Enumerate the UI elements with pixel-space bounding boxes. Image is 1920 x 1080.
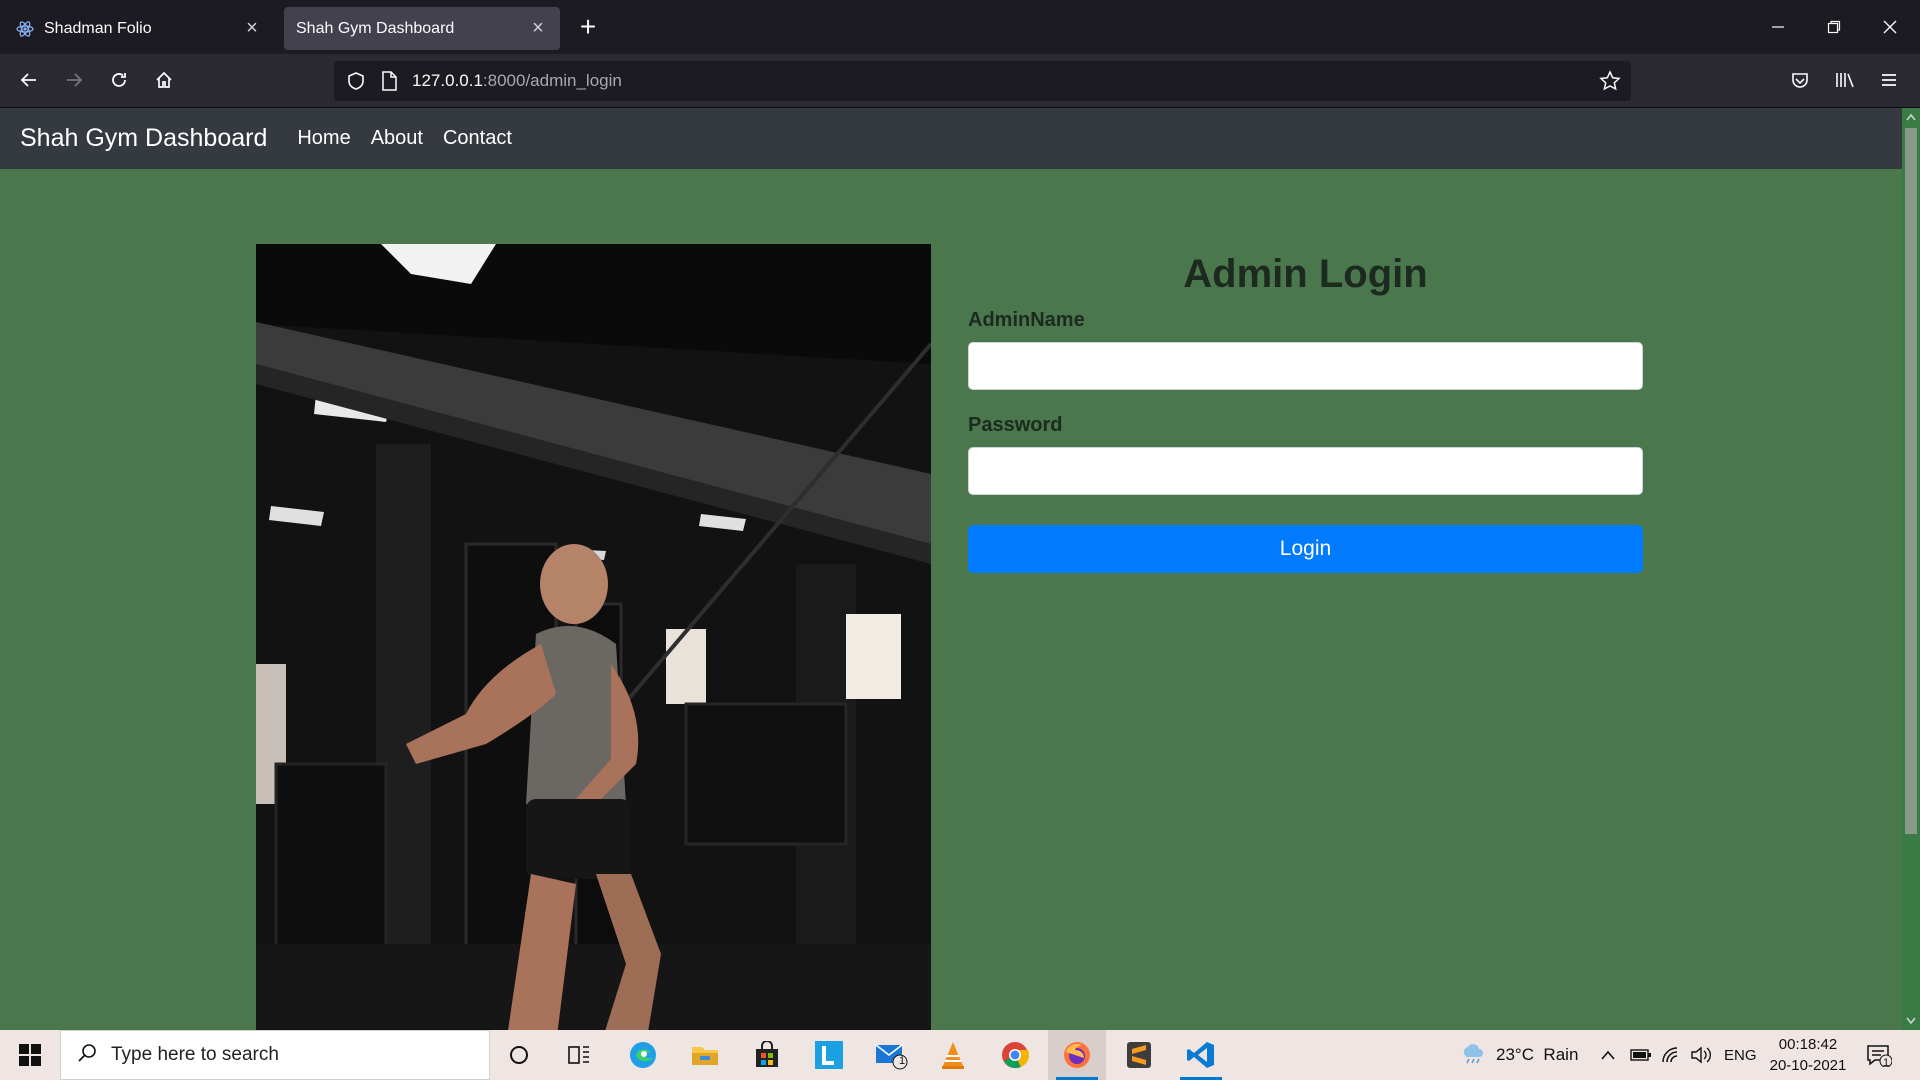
shield-icon[interactable] bbox=[346, 71, 366, 96]
show-hidden-icons-icon[interactable] bbox=[1600, 1030, 1616, 1080]
admin-name-input[interactable] bbox=[968, 342, 1643, 390]
login-button[interactable]: Login bbox=[968, 525, 1643, 573]
tab-shah-gym-dashboard[interactable]: Shah Gym Dashboard × bbox=[284, 7, 560, 50]
taskbar-search-box[interactable]: Type here to search bbox=[60, 1030, 490, 1080]
menu-icon[interactable] bbox=[1873, 64, 1905, 96]
tab-label: Shah Gym Dashboard bbox=[296, 19, 455, 37]
bookmark-star-icon[interactable] bbox=[1599, 70, 1621, 97]
cortana-icon[interactable] bbox=[490, 1030, 548, 1080]
nav-contact-link[interactable]: Contact bbox=[443, 127, 512, 150]
firefox-icon[interactable] bbox=[1048, 1030, 1106, 1080]
wifi-icon[interactable] bbox=[1661, 1030, 1681, 1080]
microsoft-store-icon[interactable] bbox=[738, 1030, 796, 1080]
react-icon bbox=[16, 20, 34, 38]
scroll-down-icon[interactable] bbox=[1902, 1012, 1920, 1030]
notification-center-icon[interactable]: 1 bbox=[1866, 1030, 1892, 1080]
page-content: Shah Gym Dashboard Home About Contact Ad… bbox=[0, 108, 1902, 1030]
page-scrollbar[interactable] bbox=[1902, 108, 1920, 1030]
pocket-icon[interactable] bbox=[1784, 64, 1816, 96]
close-window-icon[interactable] bbox=[1870, 10, 1910, 44]
clock-time: 00:18:42 bbox=[1778, 1036, 1838, 1053]
chrome-icon[interactable] bbox=[986, 1030, 1044, 1080]
system-clock[interactable]: 00:18:42 20-10-2021 bbox=[1760, 1034, 1856, 1076]
site-nav-links: Home About Contact bbox=[297, 127, 512, 150]
nav-about-link[interactable]: About bbox=[371, 127, 423, 150]
password-input[interactable] bbox=[968, 447, 1643, 495]
nav-home-link[interactable]: Home bbox=[297, 127, 350, 150]
weather-widget[interactable]: 23°C Rain bbox=[1460, 1030, 1578, 1080]
close-tab-icon[interactable]: × bbox=[242, 17, 262, 39]
site-brand[interactable]: Shah Gym Dashboard bbox=[20, 124, 267, 153]
browser-toolbar: 127.0.0.1:8000/admin_login bbox=[0, 54, 1920, 108]
sublime-text-icon[interactable] bbox=[1110, 1030, 1168, 1080]
tab-label: Shadman Folio bbox=[44, 19, 152, 37]
clock-date: 20-10-2021 bbox=[1769, 1057, 1847, 1074]
new-tab-button[interactable]: + bbox=[574, 11, 602, 42]
browser-tab-bar: Shadman Folio × Shah Gym Dashboard × + bbox=[0, 0, 1920, 54]
volume-icon[interactable] bbox=[1690, 1030, 1712, 1080]
reload-icon[interactable] bbox=[103, 64, 135, 96]
page-title: Admin Login bbox=[1183, 252, 1428, 296]
windows-taskbar: Type here to search 1 23°C Rain ENG 00:1… bbox=[0, 1030, 1920, 1080]
minimize-icon[interactable] bbox=[1758, 10, 1798, 44]
rain-cloud-icon bbox=[1460, 1042, 1486, 1069]
site-navbar: Shah Gym Dashboard Home About Contact bbox=[0, 108, 1902, 169]
search-placeholder: Type here to search bbox=[111, 1044, 279, 1065]
forward-icon[interactable] bbox=[58, 64, 90, 96]
scrollbar-thumb[interactable] bbox=[1905, 128, 1917, 834]
edge-icon[interactable] bbox=[614, 1030, 672, 1080]
library-icon[interactable] bbox=[1829, 64, 1861, 96]
mail-badge: 1 bbox=[899, 1055, 906, 1067]
back-icon[interactable] bbox=[13, 64, 45, 96]
admin-login-form: Admin Login AdminName Password Login bbox=[968, 244, 1643, 573]
restore-icon[interactable] bbox=[1814, 10, 1854, 44]
tab-shadman-folio[interactable]: Shadman Folio × bbox=[4, 7, 274, 50]
file-explorer-icon[interactable] bbox=[676, 1030, 734, 1080]
address-bar[interactable]: 127.0.0.1:8000/admin_login bbox=[334, 61, 1631, 101]
weather-text: 23°C Rain bbox=[1496, 1045, 1579, 1064]
page-icon bbox=[380, 71, 398, 96]
scroll-up-icon[interactable] bbox=[1902, 108, 1920, 126]
close-tab-icon[interactable]: × bbox=[528, 17, 548, 39]
language-indicator[interactable]: ENG bbox=[1724, 1030, 1757, 1080]
search-icon bbox=[77, 1043, 97, 1068]
windows-start-icon[interactable] bbox=[0, 1030, 60, 1080]
gym-photo bbox=[256, 244, 931, 1030]
password-label: Password bbox=[968, 414, 1063, 436]
mail-icon[interactable]: 1 bbox=[862, 1030, 920, 1080]
url-text: 127.0.0.1:8000/admin_login bbox=[412, 71, 622, 90]
home-icon[interactable] bbox=[148, 64, 180, 96]
vscode-icon[interactable] bbox=[1172, 1030, 1230, 1080]
l-app-icon[interactable] bbox=[800, 1030, 858, 1080]
task-view-icon[interactable] bbox=[550, 1030, 608, 1080]
notification-badge: 1 bbox=[1883, 1057, 1890, 1069]
admin-name-label: AdminName bbox=[968, 309, 1085, 331]
battery-icon[interactable] bbox=[1630, 1030, 1652, 1080]
vlc-icon[interactable] bbox=[924, 1030, 982, 1080]
